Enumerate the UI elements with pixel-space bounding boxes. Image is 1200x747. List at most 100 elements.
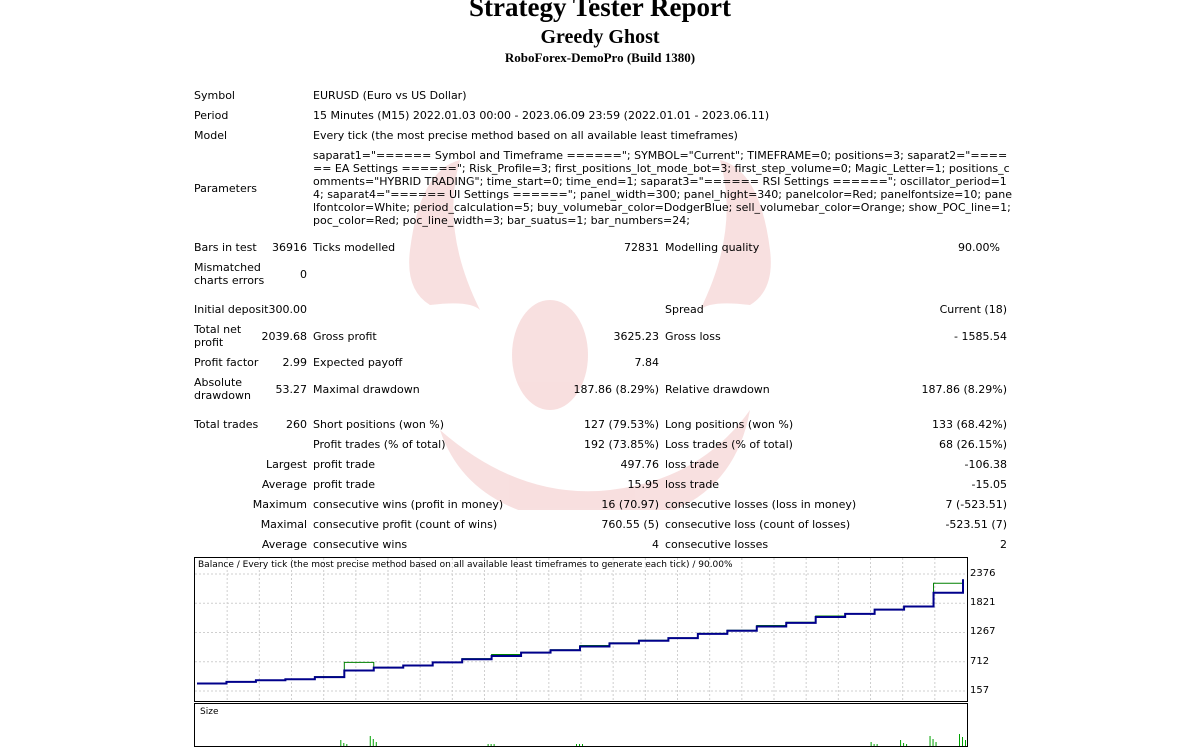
cl-avg-value: 2	[1000, 538, 1007, 551]
cp-count-value: 760.55 (5)	[601, 518, 659, 531]
largest-lt-label: loss trade	[665, 458, 720, 471]
size-bar	[346, 744, 348, 746]
maxdd-label: Maximal drawdown	[313, 383, 420, 396]
grossloss-value: - 1585.54	[954, 330, 1007, 343]
model-value: Every tick (the most precise method base…	[313, 129, 738, 142]
absdd-label-1: Absolute	[194, 376, 243, 389]
long-label: Long positions (won %)	[665, 418, 794, 431]
reldd-value: 187.86 (8.29%)	[921, 383, 1007, 396]
size-bar	[340, 740, 342, 746]
average-lt-value: -15.05	[971, 478, 1007, 491]
size-bar	[343, 743, 345, 746]
average2-label: Average	[261, 538, 307, 551]
spread-label: Spread	[665, 303, 704, 316]
size-bar	[870, 742, 872, 746]
size-bar	[493, 744, 495, 746]
pf-value: 2.99	[282, 356, 308, 369]
deposit-value: 300.00	[268, 303, 308, 316]
size-bar	[369, 736, 371, 746]
period-label: Period	[194, 109, 229, 122]
size-bar	[490, 744, 492, 746]
short-value: 127 (79.53%)	[583, 418, 659, 431]
largest-pt-value: 497.76	[620, 458, 660, 471]
ep-label: Expected payoff	[313, 356, 403, 369]
size-bar	[582, 744, 583, 746]
average-pt-label: profit trade	[313, 478, 376, 491]
size-bar	[959, 734, 960, 746]
pt-label: Profit trades (% of total)	[313, 438, 446, 451]
cl-avg-label: consecutive losses	[665, 538, 769, 551]
largest-label: Largest	[266, 458, 307, 471]
quality-label: Modelling quality	[665, 241, 760, 254]
size-chart: Size	[194, 703, 968, 747]
series-balance-line	[197, 579, 964, 685]
balance-chart-svg	[195, 558, 967, 701]
ep-value: 7.84	[634, 356, 660, 369]
size-chart-svg	[340, 734, 966, 746]
cl-money-label: consecutive losses (loss in money)	[665, 498, 857, 511]
largest-pt-label: profit trade	[313, 458, 376, 471]
reldd-label: Relative drawdown	[665, 383, 770, 396]
bars-value: 36916	[272, 241, 307, 254]
cl-count-label: consecutive loss (count of losses)	[665, 518, 851, 531]
netprofit-label-1: Total net	[194, 323, 242, 336]
pf-label: Profit factor	[194, 356, 259, 369]
lt-value: 68 (26.15%)	[938, 438, 1007, 451]
short-label: Short positions (won %)	[313, 418, 445, 431]
long-value: 133 (68.42%)	[931, 418, 1007, 431]
cl-money-value: 7 (-523.51)	[945, 498, 1007, 511]
series-equity-line	[197, 579, 964, 684]
absdd-label-2: drawdown	[194, 389, 251, 402]
size-chart-title: Size	[200, 707, 219, 717]
ticks-value: 72831	[624, 241, 659, 254]
mismatch-value: 0	[300, 268, 307, 281]
absdd-value: 53.27	[275, 383, 308, 396]
size-bar	[929, 736, 931, 746]
size-bar	[932, 739, 934, 746]
cp-count-label: consecutive profit (count of wins)	[313, 518, 498, 531]
lt-label: Loss trades (% of total)	[665, 438, 793, 451]
server-name: RoboForex-DemoPro (Build 1380)	[504, 50, 696, 65]
y-tick-label: 157	[970, 685, 990, 696]
bars-label: Bars in test	[194, 241, 257, 254]
average-label: Average	[261, 478, 307, 491]
netprofit-label-2: profit	[194, 336, 224, 349]
cw-money-value: 16 (70.97)	[601, 498, 659, 511]
parameters-label: Parameters	[194, 182, 257, 195]
chart-title: Balance / Every tick (the most precise m…	[198, 560, 733, 570]
size-bar	[965, 740, 966, 746]
trades-label: Total trades	[194, 418, 259, 431]
y-tick-label: 712	[970, 655, 990, 667]
cl-count-value: -523.51 (7)	[945, 518, 1007, 531]
size-bar	[375, 742, 377, 746]
maximal-label: Maximal	[260, 518, 307, 531]
average-pt-value: 15.95	[627, 478, 660, 491]
y-tick-label: 2376	[970, 568, 996, 579]
size-bar	[906, 744, 908, 746]
size-bar	[487, 744, 489, 746]
size-bar	[576, 744, 577, 746]
size-bar	[900, 740, 902, 746]
size-bar	[372, 739, 374, 746]
cw-avg-label: consecutive wins	[313, 538, 408, 551]
pt-value: 192 (73.85%)	[583, 438, 659, 451]
expert-name: Greedy Ghost	[540, 26, 660, 48]
cw-avg-value: 4	[652, 538, 659, 551]
size-bar	[903, 743, 905, 746]
parameters-value: saparat1="====== Symbol and Timeframe ==…	[313, 149, 1013, 227]
report-title: Strategy Tester Report	[469, 0, 731, 22]
spread-value: Current (18)	[939, 303, 1007, 316]
y-tick-label: 1267	[970, 626, 996, 638]
maxdd-value: 187.86 (8.29%)	[573, 383, 659, 396]
quality-value: 90.00%	[958, 241, 1000, 254]
trades-value: 260	[286, 418, 307, 431]
size-bar	[579, 744, 580, 746]
cw-money-label: consecutive wins (profit in money)	[313, 498, 504, 511]
ticks-label: Ticks modelled	[313, 241, 396, 254]
model-label: Model	[194, 129, 228, 142]
period-value: 15 Minutes (M15) 2022.01.03 00:00 - 2023…	[313, 109, 770, 122]
grossprofit-value: 3625.23	[613, 330, 660, 343]
maximum-label: Maximum	[252, 498, 307, 511]
size-bar	[876, 744, 878, 746]
y-tick-label: 1821	[970, 597, 996, 609]
